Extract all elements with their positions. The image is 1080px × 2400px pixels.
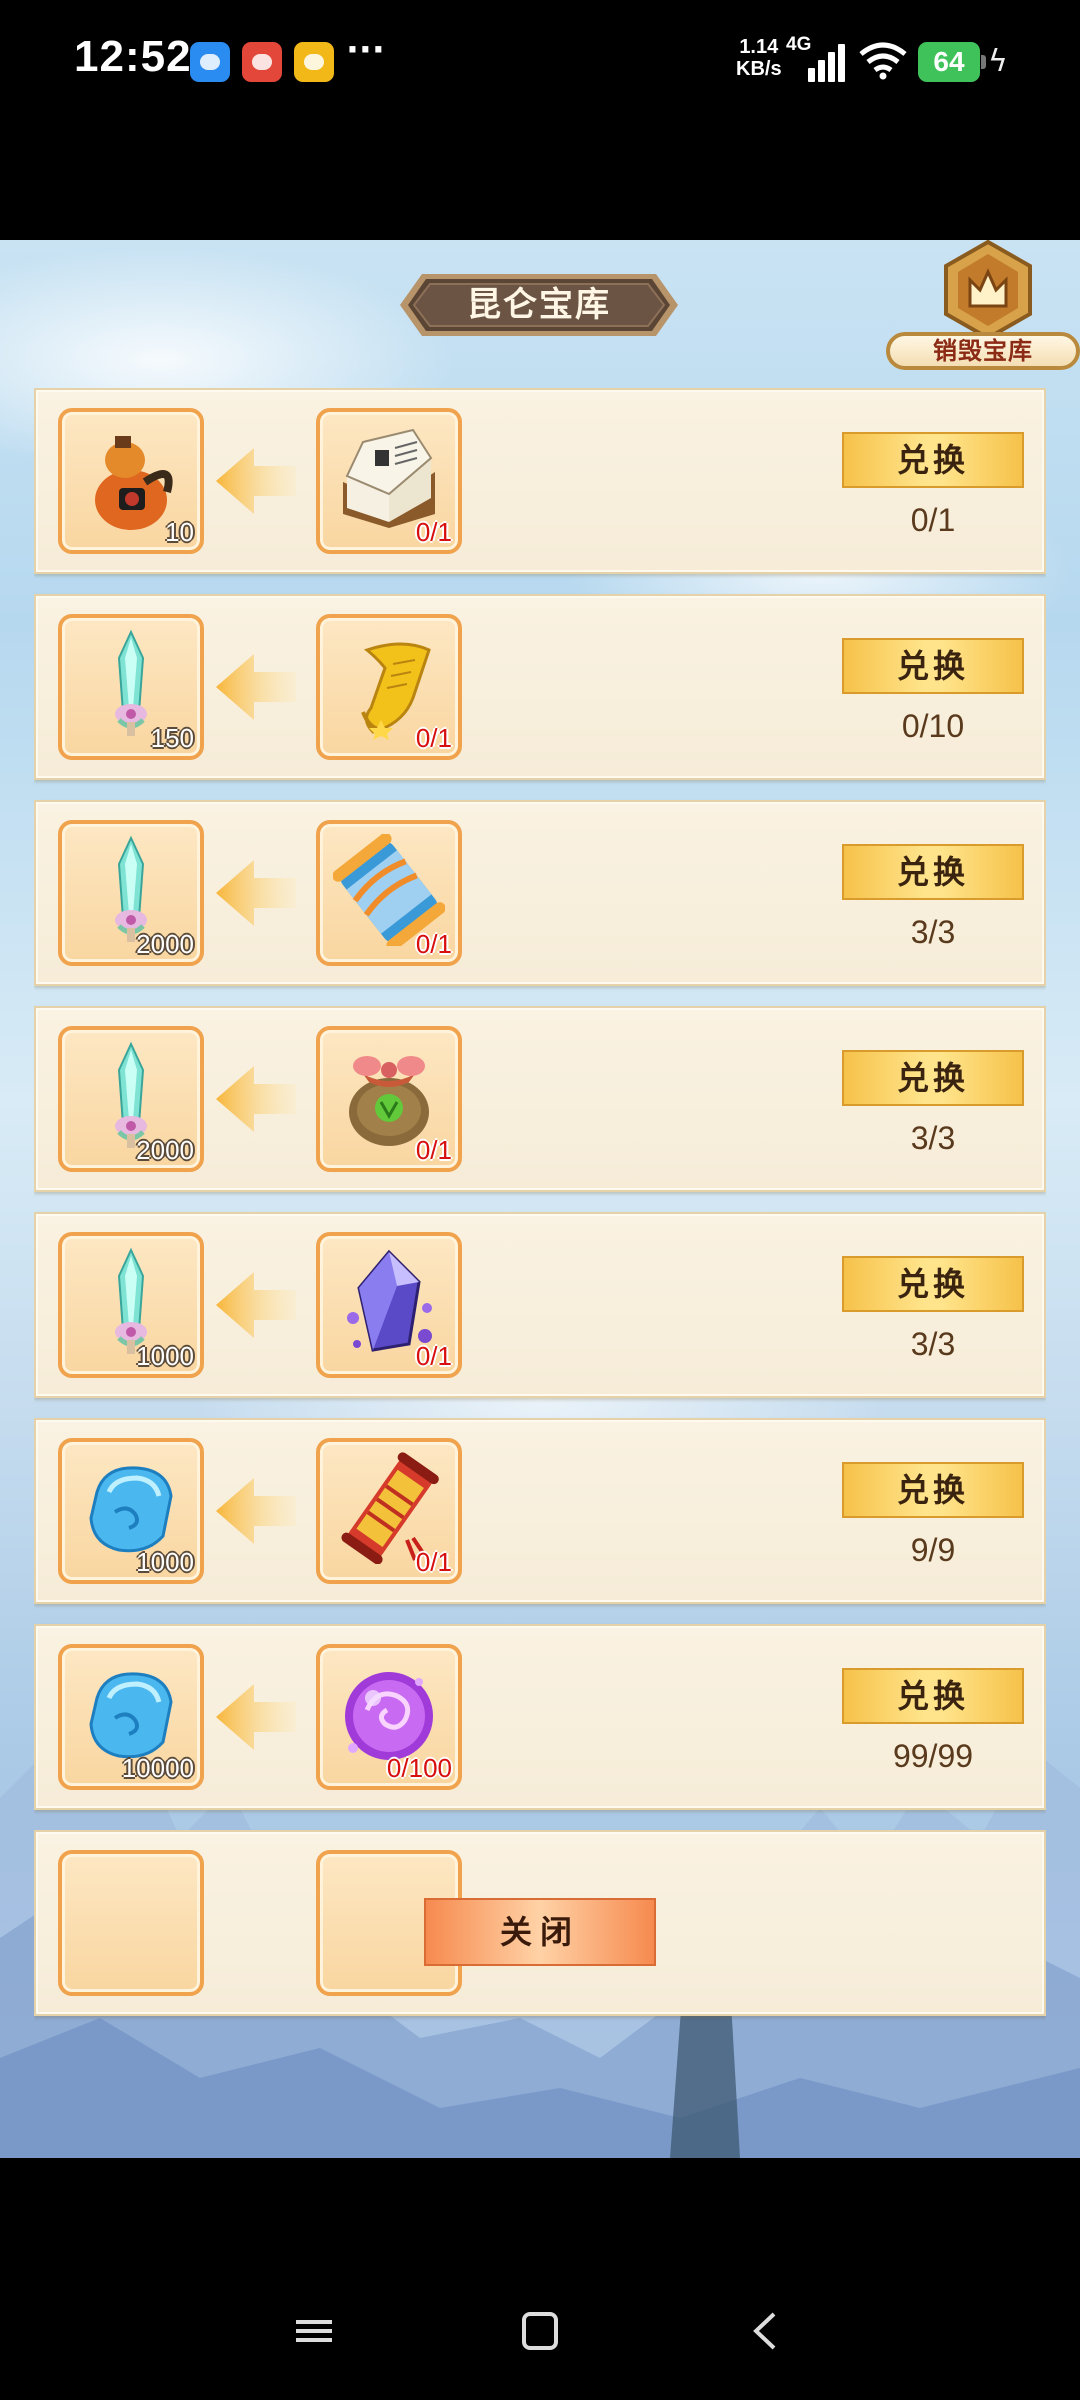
reward-item-slot[interactable]: 0/1	[316, 1026, 462, 1172]
exchange-button[interactable]: 兑换	[842, 1050, 1024, 1106]
signal-icon	[804, 42, 848, 82]
reward-item-requirement: 0/100	[386, 1753, 452, 1783]
cost-item-slot[interactable]: 10	[58, 408, 204, 554]
network-speed: 1.14 KB/s	[736, 36, 782, 80]
cost-item-count: 2000	[136, 1135, 194, 1165]
exchange-limit: 0/1	[910, 502, 956, 538]
cost-item-count: 10000	[121, 1753, 194, 1783]
back-nav-icon[interactable]	[736, 2306, 796, 2356]
cost-item-slot[interactable]: 1000	[58, 1232, 204, 1378]
reward-item-slot[interactable]: 0/1	[316, 820, 462, 966]
reward-item-requirement: 0/1	[415, 1135, 452, 1165]
exchange-button[interactable]: 兑换	[842, 1256, 1024, 1312]
arrow-left-icon	[216, 1684, 296, 1750]
cost-item-slot[interactable]: 1000	[58, 1438, 204, 1584]
exchange-button[interactable]: 兑换	[842, 1668, 1024, 1724]
cost-item-count: 1000	[136, 1341, 194, 1371]
weather-app-icon	[190, 42, 230, 82]
arrow-left-icon	[216, 1272, 296, 1338]
crown-emblem-icon	[944, 240, 1032, 340]
destroy-vault-label: 销毁宝库	[886, 332, 1080, 370]
exchange-row: 2000 0/1 兑换 3/3	[34, 800, 1046, 986]
cost-item-slot[interactable]	[58, 1850, 204, 1996]
network-speed-unit: KB/s	[736, 58, 782, 80]
arrow-left-icon	[216, 654, 296, 720]
exchange-limit: 3/3	[910, 1326, 956, 1362]
arrow-left-icon	[216, 448, 296, 514]
exchange-limit: 9/9	[910, 1532, 956, 1568]
more-notifications-icon: ···	[346, 30, 385, 70]
cost-item-count: 150	[150, 723, 194, 753]
reward-item-requirement: 0/1	[415, 1341, 452, 1371]
status-bar: 12:52 ··· 1.14 KB/s 4G 64 ϟ	[0, 0, 1080, 125]
weibo-app-icon	[294, 42, 334, 82]
status-time: 12:52	[74, 32, 192, 81]
home-nav-icon[interactable]	[510, 2306, 570, 2356]
cost-item-slot[interactable]: 2000	[58, 820, 204, 966]
cost-item-slot[interactable]: 150	[58, 614, 204, 760]
exchange-row: 10 0/1 兑换 0/1	[34, 388, 1046, 574]
reward-item-slot[interactable]: 0/1	[316, 1232, 462, 1378]
reward-item-requirement: 0/1	[415, 517, 452, 547]
exchange-list[interactable]: 10 0/1 兑换 0/1 150 0/1 兑换 0/10 2000 0/1 兑换 3/3 2000 0/…	[34, 388, 1046, 2118]
page-title: 昆仑宝库	[467, 285, 611, 325]
battery-icon: 64	[918, 42, 986, 82]
exchange-button[interactable]: 兑换	[842, 844, 1024, 900]
exchange-row: 150 0/1 兑换 0/10	[34, 594, 1046, 780]
arrow-left-icon	[216, 1066, 296, 1132]
arrow-left-icon	[216, 860, 296, 926]
reward-item-slot[interactable]: 0/100	[316, 1644, 462, 1790]
cost-item-count: 2000	[136, 929, 194, 959]
exchange-limit: 0/10	[901, 708, 965, 744]
exchange-limit: 3/3	[910, 1120, 956, 1156]
exchange-limit: 3/3	[910, 914, 956, 950]
wifi-icon	[859, 42, 907, 80]
reward-item-requirement: 0/1	[415, 723, 452, 753]
cost-item-count: 10	[165, 517, 194, 547]
network-speed-value: 1.14	[739, 36, 779, 58]
close-button[interactable]: 关闭	[424, 1898, 656, 1966]
reward-item-slot[interactable]: 0/1	[316, 408, 462, 554]
exchange-row: 1000 0/1 兑换 3/3	[34, 1212, 1046, 1398]
menu-nav-icon[interactable]	[284, 2306, 344, 2356]
exchange-button[interactable]: 兑换	[842, 1462, 1024, 1518]
message-app-icon	[242, 42, 282, 82]
cost-item-slot[interactable]: 2000	[58, 1026, 204, 1172]
reward-item-requirement: 0/1	[415, 1547, 452, 1577]
navigation-bar	[0, 2158, 1080, 2400]
exchange-button[interactable]: 兑换	[842, 432, 1024, 488]
phone-screen: 12:52 ··· 1.14 KB/s 4G 64 ϟ 昆仑宝库 销毁宝库 10…	[0, 0, 1080, 2400]
exchange-limit: 99/99	[892, 1738, 974, 1774]
cost-item-count: 1000	[136, 1547, 194, 1577]
arrow-left-icon	[216, 1478, 296, 1544]
destroy-vault-button[interactable]: 销毁宝库	[886, 240, 1080, 370]
reward-item-requirement: 0/1	[415, 929, 452, 959]
charging-icon: ϟ	[988, 44, 1008, 79]
game-view: 昆仑宝库 销毁宝库 10 0/1 兑换 0/1 150 0/1 兑换 0/10 2000 0/1 兑…	[0, 240, 1080, 2158]
exchange-row: 2000 0/1 兑换 3/3	[34, 1006, 1046, 1192]
reward-item-slot[interactable]: 0/1	[316, 614, 462, 760]
reward-item-slot[interactable]: 0/1	[316, 1438, 462, 1584]
cost-item-slot[interactable]: 10000	[58, 1644, 204, 1790]
exchange-row: 1000 0/1 兑换 9/9	[34, 1418, 1046, 1604]
exchange-button[interactable]: 兑换	[842, 638, 1024, 694]
exchange-row: 10000 0/100 兑换 99/99	[34, 1624, 1046, 1810]
